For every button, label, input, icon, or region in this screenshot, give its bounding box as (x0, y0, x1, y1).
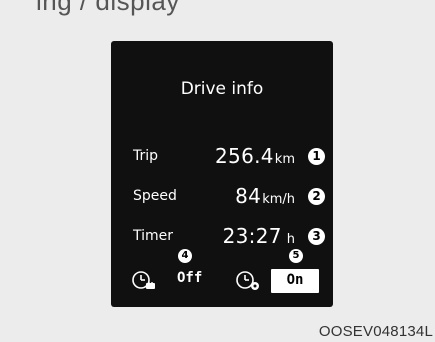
timer-unit: h (286, 232, 295, 247)
callout-badge-4: 4 (178, 249, 192, 263)
trip-number: 256.4 (215, 144, 274, 168)
trip-row: Trip 256.4km 1 (111, 142, 333, 170)
toggle-off-state[interactable]: Off (177, 270, 202, 286)
callout-badge-5: 5 (289, 249, 303, 263)
drive-info-display: Drive info Trip 256.4km 1 Speed 84km/h 2… (111, 41, 333, 307)
timer-value: 23:27 h (223, 224, 295, 248)
timer-label: Timer (133, 228, 174, 244)
trip-unit: km (274, 152, 295, 167)
callout-badge-3: 3 (308, 228, 325, 245)
callout-badge-2: 2 (308, 188, 325, 205)
figure-code: OOSEV048134L (318, 323, 433, 340)
callout-badge-1: 1 (308, 148, 325, 165)
trip-value: 256.4km (215, 144, 295, 168)
header-fragment: ing / display (0, 0, 435, 20)
speed-value: 84km/h (235, 184, 295, 208)
speed-row: Speed 84km/h 2 (111, 182, 333, 210)
speed-unit: km/h (262, 192, 295, 207)
header-fragment-text: ing / display (36, 0, 180, 16)
timer-number: 23:27 (222, 224, 282, 248)
speed-label: Speed (133, 188, 177, 204)
trip-label: Trip (133, 148, 159, 164)
timer-row: Timer 23:27 h 3 (111, 222, 333, 250)
toggle-on-state: On (286, 272, 304, 288)
display-title: Drive info (180, 79, 264, 99)
toggle-on-box[interactable]: On (271, 269, 319, 293)
speed-number: 84 (235, 184, 262, 208)
clock-power-icon (132, 271, 155, 289)
clock-gear-icon (236, 271, 259, 290)
